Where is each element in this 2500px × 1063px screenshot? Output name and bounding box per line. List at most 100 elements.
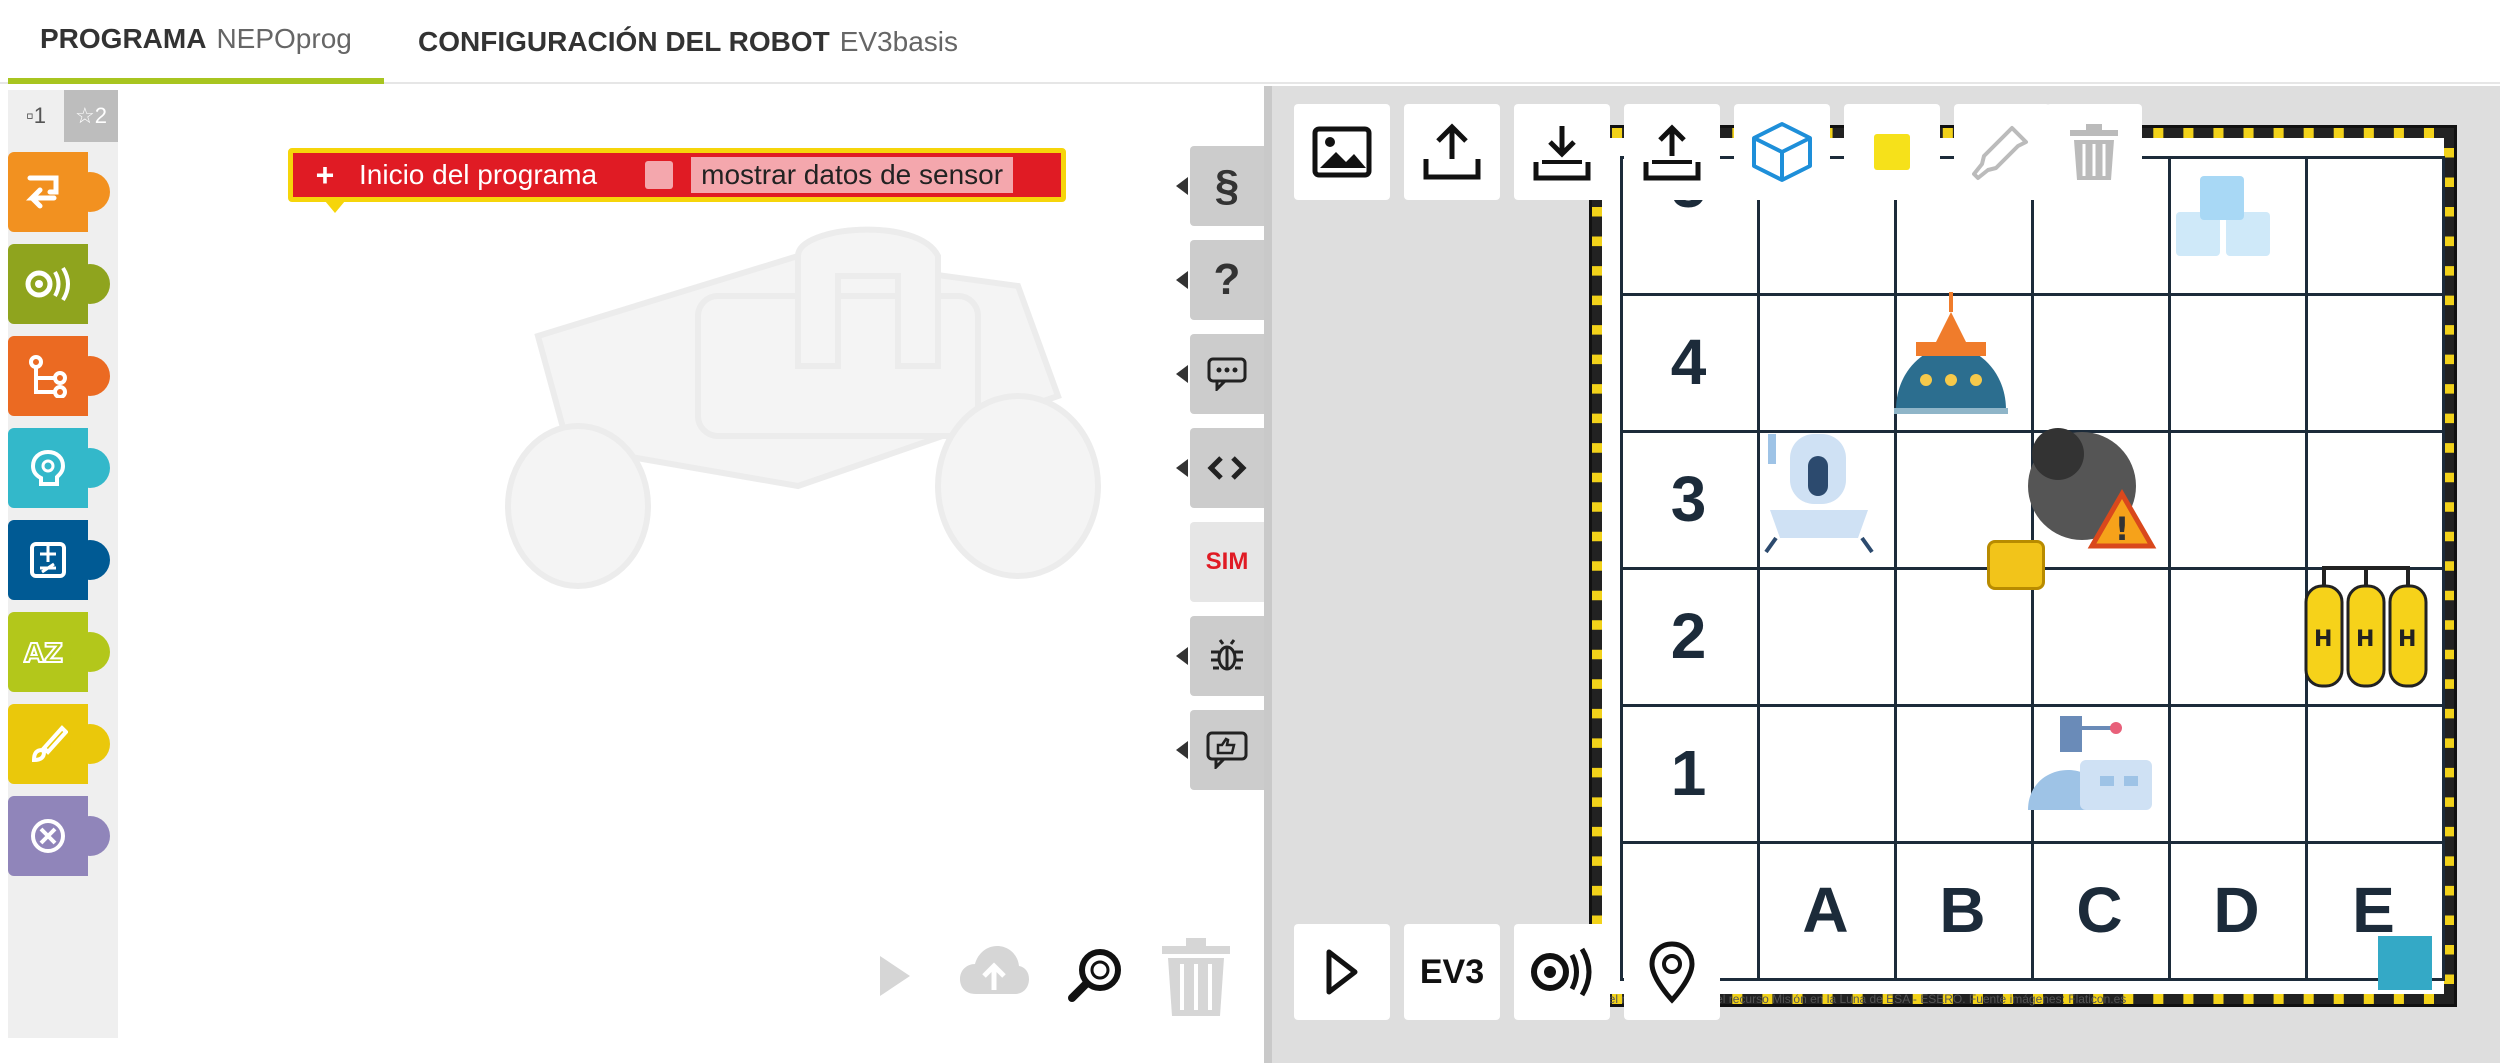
sim-add-obstacle-button[interactable] — [1734, 104, 1830, 200]
sim-reset-pose-button[interactable] — [1624, 924, 1720, 1020]
board-cell — [2305, 293, 2445, 433]
category-math[interactable] — [8, 520, 110, 600]
eyedropper-icon — [1972, 126, 2028, 180]
category-control[interactable] — [8, 336, 110, 416]
comment-icon — [1207, 357, 1247, 391]
resize-handle[interactable] — [2378, 936, 2432, 990]
sim-import-button[interactable] — [1514, 104, 1610, 200]
svg-text:H: H — [2314, 627, 2332, 652]
robot-watermark-icon — [505, 226, 1101, 589]
zoom-icon[interactable] — [1068, 946, 1124, 1004]
play-icon — [1326, 949, 1358, 995]
rover-station-icon — [2028, 716, 2152, 810]
sim-export-button[interactable] — [1404, 104, 1500, 200]
category-sensors[interactable] — [8, 244, 110, 324]
svg-text:!: ! — [2115, 510, 2130, 548]
category-action[interactable] — [8, 152, 110, 232]
level-1-button[interactable]: ▫1 — [8, 90, 64, 142]
sensor-data-label: mostrar datos de sensor — [691, 157, 1014, 193]
sim-delete-button[interactable] — [2046, 104, 2142, 200]
sim-color-picker-button[interactable] — [1954, 104, 2050, 200]
tab-program-label: PROGRAMA — [40, 23, 207, 54]
bug-icon — [1211, 639, 1243, 671]
sim-export-scene-button[interactable] — [1624, 104, 1720, 200]
code-icon — [1207, 456, 1247, 480]
board-cell — [1757, 704, 1897, 844]
category-text[interactable]: AZ — [8, 612, 110, 692]
tab-robot-config[interactable]: CONFIGURACIÓN DEL ROBOT EV3basis — [418, 0, 958, 84]
start-block-label: Inicio del programa — [359, 159, 598, 190]
side-button-feedback[interactable] — [1176, 710, 1264, 790]
lunar-lander-icon — [1764, 434, 1874, 554]
upload-cloud-icon[interactable] — [958, 944, 1030, 1002]
toolbox-level-switch: ▫1 ☆2 — [8, 90, 118, 142]
start-program-block[interactable]: + Inicio del programa mostrar datos de s… — [288, 148, 1066, 213]
board-cell — [2168, 567, 2308, 707]
program-canvas[interactable]: + Inicio del programa mostrar datos de s… — [118, 86, 1266, 1038]
category-variables[interactable] — [8, 796, 110, 876]
side-button-debug[interactable] — [1176, 616, 1264, 696]
sim-background-button[interactable] — [1294, 104, 1390, 200]
sim-add-area-button[interactable] — [1844, 104, 1940, 200]
column-label: D — [2213, 873, 2260, 946]
action-icon — [26, 175, 59, 209]
board-cell — [2031, 567, 2171, 707]
level-2-button[interactable]: ☆2 — [64, 90, 118, 142]
board-cell — [1757, 293, 1897, 433]
side-button-sim[interactable]: SIM — [1190, 522, 1276, 602]
board-cell — [2305, 704, 2445, 844]
side-button-source[interactable] — [1176, 428, 1264, 508]
panel-divider[interactable] — [1264, 86, 1272, 1063]
yellow-square-icon — [1874, 134, 1910, 170]
run-program-icon[interactable] — [876, 952, 914, 1000]
category-colour[interactable] — [8, 704, 110, 784]
tab-config-label: CONFIGURACIÓN DEL ROBOT — [418, 26, 830, 57]
brush-icon — [31, 725, 68, 763]
board-cell — [2168, 293, 2308, 433]
image-icon — [1312, 126, 1372, 178]
cube-icon — [1752, 122, 1812, 182]
svg-text:H: H — [2398, 627, 2416, 652]
tab-program[interactable]: PROGRAMA NEPOprog — [8, 0, 384, 84]
column-label: A — [1802, 873, 1849, 946]
logic-icon — [30, 449, 66, 486]
tab-program-value: NEPOprog — [216, 23, 352, 54]
row-label: 2 — [1670, 599, 1707, 672]
trash-icon[interactable] — [1158, 936, 1234, 1018]
svg-text:H: H — [2356, 627, 2374, 652]
top-tabs: PROGRAMA NEPOprog CONFIGURACIÓN DEL ROBO… — [0, 0, 2500, 84]
board-cell — [2168, 704, 2308, 844]
hydrogen-tanks-icon: HHH — [2304, 566, 2428, 688]
app-root: PROGRAMA NEPOprog CONFIGURACIÓN DEL ROBO… — [0, 0, 2500, 1063]
side-button-code[interactable]: § — [1176, 146, 1264, 226]
crater-warning-icon: ! — [2028, 428, 2157, 549]
section-icon: § — [1214, 161, 1240, 210]
moon-base-icon — [1894, 292, 2008, 414]
row-label: 1 — [1670, 736, 1707, 809]
column-label: B — [1939, 873, 1986, 946]
simulated-robot[interactable] — [1987, 540, 2045, 590]
control-icon — [29, 355, 67, 398]
board-cell — [1757, 567, 1897, 707]
sim-ev3-button[interactable]: EV3 — [1404, 924, 1500, 1020]
side-button-comment[interactable] — [1176, 334, 1264, 414]
variable-icon — [31, 819, 65, 853]
math-icon — [30, 542, 66, 578]
tab-config-value: EV3basis — [839, 26, 958, 57]
row-label: 4 — [1670, 325, 1707, 398]
sim-label: SIM — [1205, 548, 1249, 575]
board-cell — [2305, 156, 2445, 296]
sensor-data-checkbox[interactable] — [645, 161, 674, 189]
upload-tray-icon — [1643, 124, 1701, 181]
trash-icon — [2070, 124, 2118, 180]
category-logic[interactable] — [8, 428, 110, 508]
sim-run-button[interactable] — [1294, 924, 1390, 1020]
help-icon: ? — [1213, 255, 1241, 304]
upload-icon — [1423, 123, 1481, 180]
ice-icon — [2176, 176, 2270, 256]
sim-sensor-button[interactable] — [1514, 924, 1610, 1020]
side-button-help[interactable]: ? — [1176, 240, 1264, 320]
row-label: 3 — [1670, 462, 1707, 535]
add-parameter-button[interactable]: + — [305, 157, 345, 194]
board-cell — [2031, 293, 2171, 433]
